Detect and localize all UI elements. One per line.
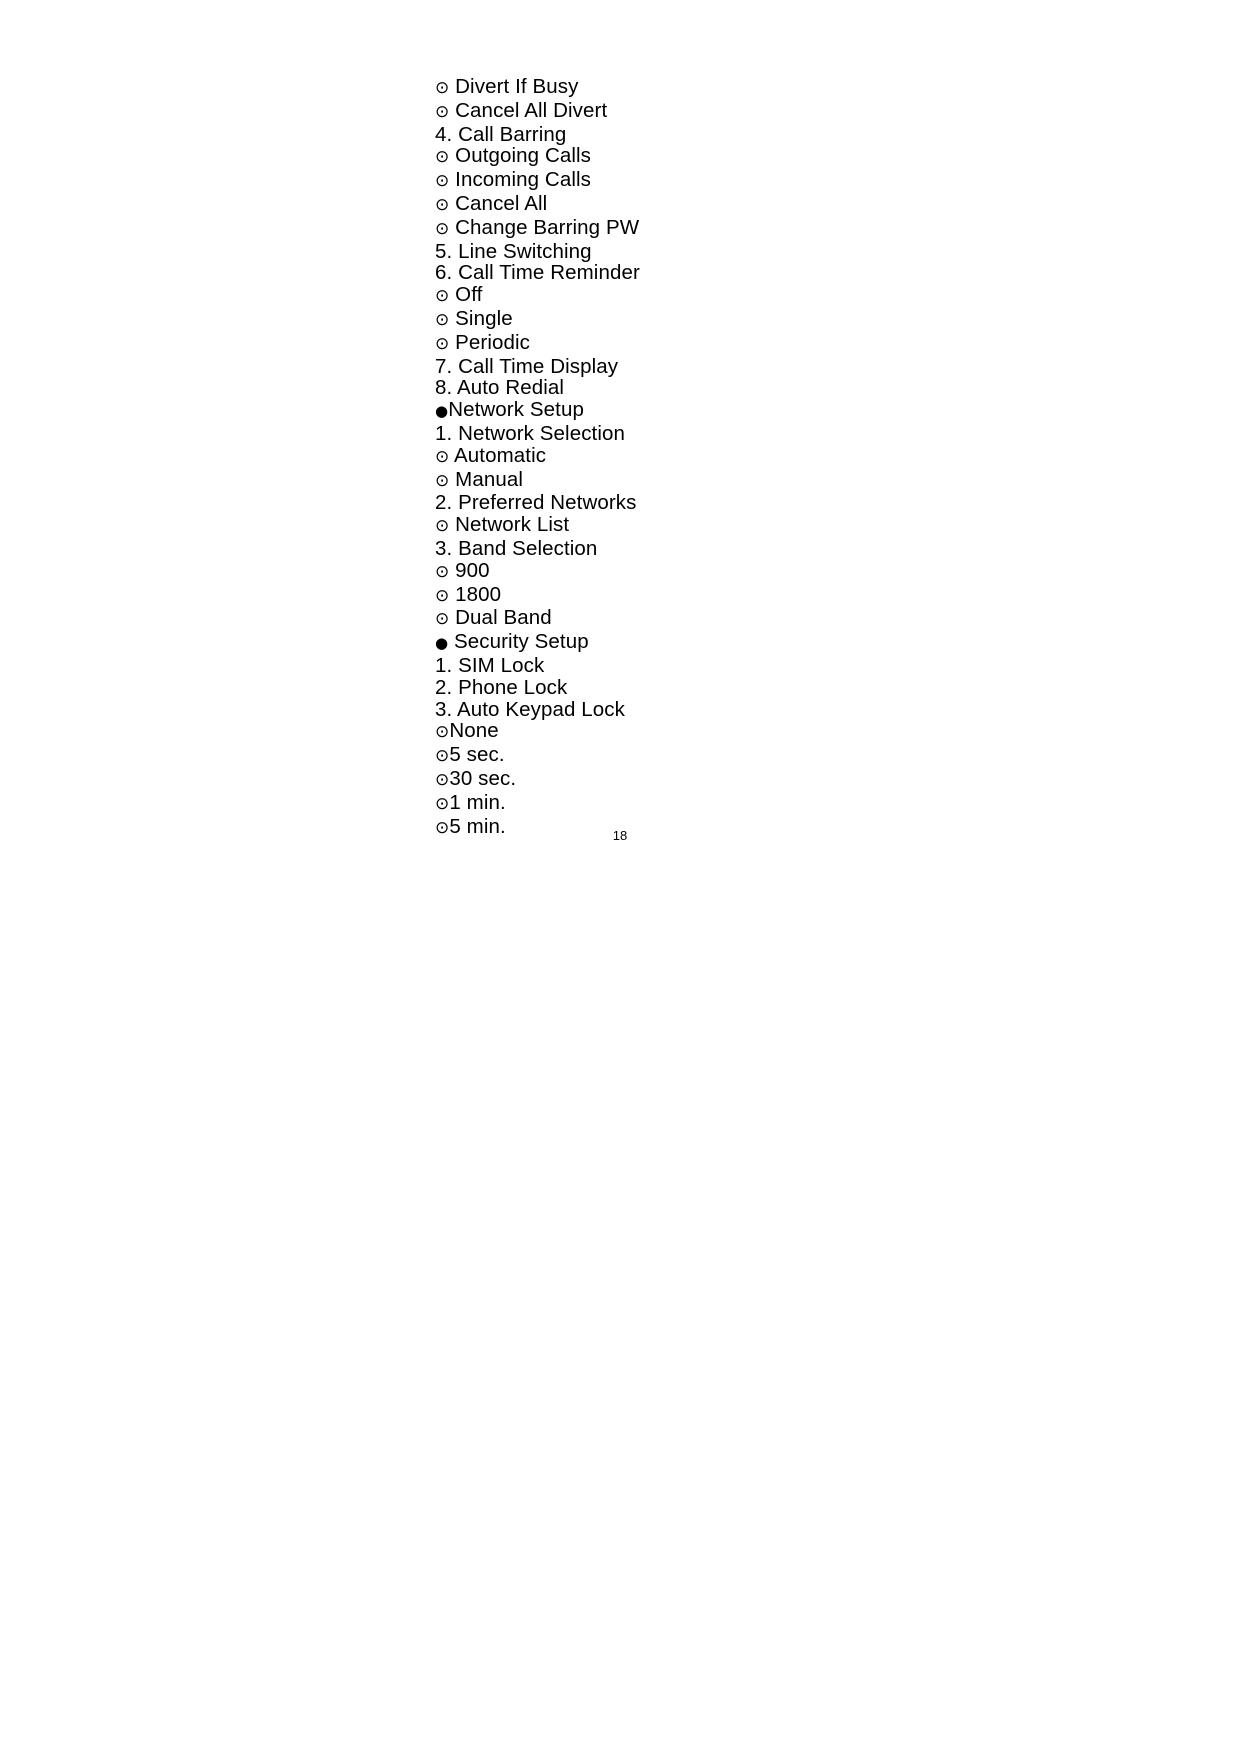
menu-outline-list: ⊙ Divert If Busy ⊙ Cancel All Divert 4. Ca…: [435, 76, 640, 839]
radio-bullet-icon: ⊙: [435, 147, 450, 168]
menu-item-label: Divert If Busy: [455, 75, 579, 98]
radio-bullet-icon: ⊙: [435, 446, 450, 467]
menu-item: 6. Call Time Reminder: [435, 262, 640, 284]
radio-bullet-icon: ⊙: [435, 171, 450, 192]
radio-bullet-icon: ⊙: [435, 793, 450, 814]
menu-item-label: 4. Call Barring: [435, 122, 567, 146]
menu-item-label: 2. Phone Lock: [435, 675, 568, 699]
menu-item: 7. Call Time Display: [435, 354, 640, 378]
menu-item: ⊙ Network List: [435, 514, 640, 538]
menu-item-label: 1. Network Selection: [435, 421, 626, 445]
menu-item: ⊙30 sec.: [435, 768, 640, 792]
menu-item-label: 3. Band Selection: [435, 536, 598, 560]
menu-item-label: Network Setup: [448, 398, 584, 422]
radio-bullet-icon: ⊙: [435, 286, 450, 307]
menu-item-label: Incoming Calls: [455, 168, 591, 192]
menu-item-label: Cancel All Divert: [455, 98, 608, 122]
menu-item-label: 5 sec.: [449, 743, 505, 767]
radio-bullet-icon: ⊙: [435, 516, 450, 537]
menu-item-label: Manual: [455, 467, 523, 491]
menu-item: 8. Auto Redial: [435, 377, 640, 399]
filled-bullet-icon: ●: [435, 402, 449, 421]
radio-bullet-icon: ⊙: [435, 101, 450, 122]
menu-item-label: 30 sec.: [449, 766, 517, 790]
menu-item: ⊙ Change Barring PW: [435, 215, 640, 241]
page-number-footer: 18: [0, 828, 1240, 843]
radio-bullet-icon: ⊙: [435, 585, 450, 606]
radio-bullet-icon: ⊙: [435, 746, 450, 767]
menu-item: 2. Phone Lock: [435, 675, 640, 699]
menu-item: ⊙ Automatic: [435, 443, 640, 469]
menu-item: ⊙None: [435, 720, 640, 744]
menu-item: ⊙ Off: [435, 284, 640, 308]
menu-item-label: Security Setup: [454, 630, 589, 654]
menu-item-label: Cancel All: [455, 191, 548, 215]
menu-item: ⊙ Divert If Busy: [435, 76, 640, 100]
radio-bullet-icon: ⊙: [435, 218, 450, 239]
menu-item-label: Dual Band: [455, 606, 552, 630]
menu-item: ●Network Setup: [435, 399, 640, 423]
menu-item-label: Off: [455, 283, 483, 307]
menu-item: 2. Preferred Networks: [435, 492, 640, 514]
menu-item: 4. Call Barring: [435, 122, 640, 146]
document-page: ⊙ Divert If Busy ⊙ Cancel All Divert 4. Ca…: [0, 0, 1240, 1755]
menu-item: ⊙1 min.: [435, 790, 640, 816]
menu-item-label: 3. Auto Keypad Lock: [435, 697, 625, 721]
menu-item: ⊙ Cancel All: [435, 193, 640, 217]
menu-item: ⊙5 sec.: [435, 744, 640, 768]
radio-bullet-icon: ⊙: [435, 333, 450, 354]
radio-bullet-icon: ⊙: [435, 309, 450, 330]
menu-item: ● Security Setup: [435, 631, 640, 655]
menu-item: ⊙ Dual Band: [435, 607, 640, 631]
menu-item-label: 1800: [455, 582, 502, 606]
menu-item-label: 7. Call Time Display: [435, 354, 619, 378]
menu-item: ⊙ 900: [435, 558, 640, 584]
radio-bullet-icon: ⊙: [435, 769, 450, 790]
radio-bullet-icon: ⊙: [435, 470, 450, 491]
radio-bullet-icon: ⊙: [435, 609, 450, 630]
menu-item-label: 5. Line Switching: [435, 239, 592, 263]
menu-item-label: 6. Call Time Reminder: [435, 261, 640, 285]
radio-bullet-icon: ⊙: [435, 561, 450, 582]
radio-bullet-icon: ⊙: [435, 78, 450, 98]
menu-item-label: 8. Auto Redial: [435, 376, 565, 400]
menu-item: 1. Network Selection: [435, 423, 640, 445]
menu-item-label: Network List: [455, 513, 570, 537]
menu-item-label: 900: [455, 558, 490, 582]
menu-item-label: Single: [455, 306, 513, 330]
menu-item: ⊙ Single: [435, 308, 640, 332]
menu-item-label: Automatic: [454, 443, 547, 467]
menu-item-label: None: [449, 719, 499, 743]
menu-item: ⊙ Incoming Calls: [435, 169, 640, 193]
menu-item-label: 1 min.: [449, 790, 506, 814]
menu-item: 3. Band Selection: [435, 538, 640, 560]
menu-item: ⊙ Manual: [435, 467, 640, 493]
menu-item-label: 1. SIM Lock: [435, 653, 545, 677]
menu-item: 3. Auto Keypad Lock: [435, 697, 640, 721]
menu-item: 5. Line Switching: [435, 239, 640, 263]
menu-item: 1. SIM Lock: [435, 655, 640, 677]
page-number-value: 18: [612, 828, 628, 843]
menu-item-label: Outgoing Calls: [455, 144, 592, 168]
menu-item: ⊙ Periodic: [435, 330, 640, 356]
menu-item-label: Change Barring PW: [455, 215, 640, 239]
menu-item-label: 2. Preferred Networks: [435, 491, 637, 515]
filled-bullet-icon: ●: [435, 634, 449, 653]
menu-item-label: Periodic: [455, 330, 531, 354]
radio-bullet-icon: ⊙: [435, 194, 450, 215]
menu-item: ⊙ Outgoing Calls: [435, 145, 640, 169]
radio-bullet-icon: ⊙: [435, 722, 450, 743]
menu-item: ⊙ Cancel All Divert: [435, 98, 640, 124]
menu-item: ⊙ 1800: [435, 582, 640, 608]
